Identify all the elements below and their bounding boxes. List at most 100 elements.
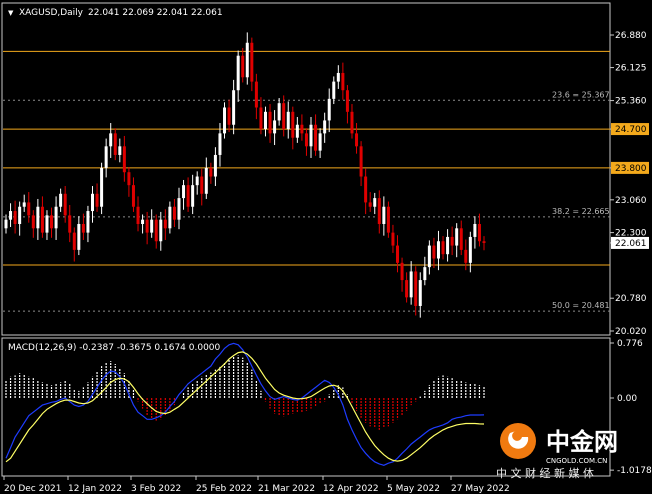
- candle-body: [213, 154, 217, 177]
- candle-body: [45, 215, 49, 233]
- candle-body: [22, 202, 26, 207]
- candle-body: [9, 211, 13, 220]
- candle-body: [386, 206, 390, 233]
- time-axis: 20 Dec 2021 12 Jan 2022 3 Feb 2022 25 Feb 2…: [3, 476, 510, 494]
- time-tick-label: 25 Feb 2022: [196, 484, 252, 494]
- watermark-brand: 中金网: [546, 428, 618, 456]
- candle-body: [318, 133, 322, 151]
- candle-body: [136, 206, 140, 224]
- candle-body: [300, 124, 304, 134]
- candle-body: [377, 198, 381, 224]
- candle-body: [441, 241, 445, 255]
- candle-body: [109, 133, 113, 147]
- candle-body: [282, 103, 286, 130]
- candle-body: [473, 223, 477, 237]
- candle-body: [100, 167, 104, 207]
- candle-body: [227, 107, 231, 125]
- price-tick-label: 26.880: [615, 31, 647, 41]
- candle-body: [159, 219, 163, 242]
- candle-body: [327, 98, 331, 121]
- candle-body: [127, 172, 131, 186]
- candle-body: [232, 90, 236, 125]
- candle-body: [254, 81, 258, 108]
- candle-body: [273, 120, 277, 134]
- candle-body: [468, 236, 472, 263]
- level-price-label: 23.800: [615, 164, 647, 174]
- candle-body: [68, 215, 72, 233]
- candle-body: [304, 133, 308, 147]
- candle-body: [40, 206, 44, 233]
- candle-body: [382, 206, 386, 224]
- price-tick-label: 20.020: [615, 327, 647, 337]
- candle-body: [204, 167, 208, 194]
- candle-body: [286, 111, 290, 130]
- candle-body: [336, 72, 340, 82]
- price-chart[interactable]: ▼ XAGUSD,Daily 22.041 22.069 22.041 22.0…: [0, 0, 652, 494]
- candle-body: [373, 198, 377, 207]
- time-tick-label: 5 May 2022: [387, 484, 440, 494]
- candle-body: [209, 167, 213, 177]
- candle-body: [81, 223, 85, 233]
- price-tick-label: 20.780: [615, 294, 647, 304]
- candle-body: [368, 202, 372, 207]
- candle-body: [113, 133, 117, 155]
- candle-body: [118, 146, 122, 155]
- candle-body: [218, 133, 222, 155]
- candle-body: [364, 176, 368, 203]
- candle-body: [464, 249, 468, 263]
- candle-body: [391, 232, 395, 246]
- candle-body: [86, 211, 90, 233]
- candle-body: [263, 111, 267, 130]
- candle-body: [31, 215, 35, 229]
- price-tick-label: 23.060: [615, 196, 647, 206]
- candle-body: [350, 111, 354, 134]
- time-tick-label: 20 Dec 2021: [4, 484, 62, 494]
- macd-label: MACD(12,26,9) -0.2387 -0.3675 0.1674 0.0…: [8, 343, 221, 353]
- candle-body: [182, 185, 186, 199]
- level-price-label: 24.700: [615, 125, 647, 135]
- candle-body: [423, 267, 427, 281]
- time-tick-label: 12 Apr 2022: [323, 484, 379, 494]
- candle-body: [13, 211, 17, 224]
- candle-body: [432, 245, 436, 259]
- candle-body: [450, 236, 454, 246]
- candle-body: [418, 280, 422, 306]
- candle-body: [455, 228, 459, 246]
- candle-body: [291, 111, 295, 138]
- candle-body: [436, 241, 440, 259]
- candle-body: [259, 107, 263, 130]
- candle-body: [4, 219, 8, 229]
- fib-label: 23.6 = 25.367: [552, 90, 610, 99]
- candle-body: [341, 72, 345, 91]
- collapse-arrow-icon[interactable]: ▼: [8, 9, 14, 17]
- candle-body: [459, 228, 463, 250]
- candle-body: [345, 90, 349, 112]
- time-tick-label: 3 Feb 2022: [131, 484, 181, 494]
- candle-body: [122, 146, 126, 173]
- price-tick-label: 26.125: [615, 64, 647, 74]
- macd-tick-label: -1.0178: [617, 466, 652, 476]
- candle-body: [172, 206, 176, 220]
- price-axis: 26.88026.12525.36024.70023.80023.06022.3…: [610, 31, 649, 337]
- candle-body: [95, 193, 99, 207]
- macd-tick-label: 0.00: [617, 394, 637, 404]
- candle-body: [359, 146, 363, 177]
- candle-body: [195, 176, 199, 186]
- candle-body: [236, 55, 240, 91]
- candle-body: [186, 185, 190, 207]
- candle-body: [27, 202, 31, 216]
- time-tick-label: 21 Mar 2022: [258, 484, 315, 494]
- candle-body: [482, 241, 486, 243]
- candle-body: [427, 245, 431, 268]
- candle-body: [400, 262, 404, 281]
- candle-body: [409, 271, 413, 298]
- ohlc-values: 22.041 22.069 22.041 22.061: [88, 8, 223, 18]
- candle-body: [295, 124, 299, 138]
- candle-body: [36, 206, 40, 229]
- candle-body: [200, 176, 204, 194]
- candle-body: [90, 193, 94, 212]
- watermark-slogan: 中 文 财 经 新 媒 体: [496, 466, 594, 480]
- candle-body: [154, 219, 158, 242]
- price-tick-label: 25.360: [615, 97, 647, 107]
- candle-body: [405, 280, 409, 298]
